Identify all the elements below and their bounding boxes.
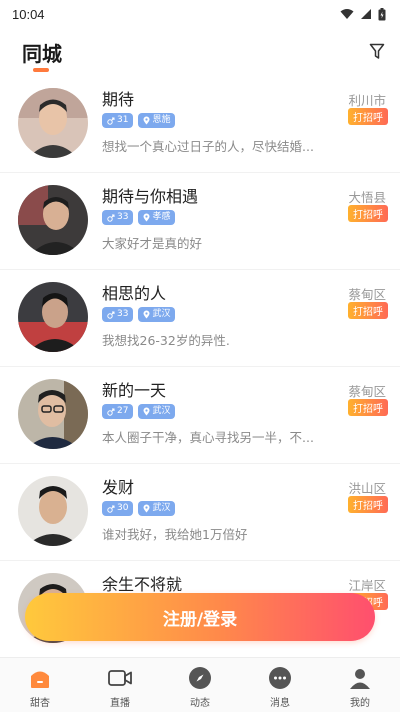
list-item[interactable]: 发财 30 武汉 谁对我好，我给她1万倍好 洪山区 打招呼	[0, 464, 400, 561]
location-pin-icon	[143, 310, 150, 319]
avatar[interactable]	[18, 88, 88, 158]
location-text: 孝感	[152, 212, 171, 222]
tab-label: 我的	[350, 698, 370, 709]
status-icons	[340, 7, 386, 21]
list-item[interactable]: 新的一天 27 武汉 本人圈子干净，真心寻找另一半，不... 蔡甸区 打招呼	[0, 367, 400, 464]
user-bio: 谁对我好，我给她1万倍好	[102, 527, 248, 542]
greet-button[interactable]: 打招呼	[348, 205, 388, 222]
user-tags: 27 武汉	[102, 404, 176, 419]
location-pin-icon	[143, 407, 150, 416]
user-bio: 想找一个真心过日子的人，尽快结婚...	[102, 139, 314, 154]
signal-icon	[361, 9, 371, 19]
register-login-button[interactable]: 注册/登录	[25, 593, 375, 641]
user-tags: 33 孝感	[102, 210, 176, 225]
male-icon	[107, 311, 115, 319]
user-city: 大悟县	[348, 190, 386, 205]
user-name: 新的一天	[102, 381, 167, 400]
user-bio: 本人圈子干净，真心寻找另一半，不...	[102, 430, 314, 445]
location-pin-icon	[143, 504, 150, 513]
video-camera-icon	[107, 665, 133, 691]
status-time: 10:04	[12, 6, 45, 22]
greet-button[interactable]: 打招呼	[348, 108, 388, 125]
avatar[interactable]	[18, 379, 88, 449]
user-name: 期待	[102, 90, 135, 109]
user-city: 洪山区	[348, 481, 386, 496]
male-icon	[107, 117, 115, 125]
user-bio: 我想找26-32岁的异性.	[102, 333, 230, 348]
greet-button[interactable]: 打招呼	[348, 302, 388, 319]
male-icon	[107, 408, 115, 416]
avatar[interactable]	[18, 476, 88, 546]
age-text: 27	[117, 406, 129, 416]
location-tag: 武汉	[138, 404, 176, 419]
location-text: 恩施	[152, 115, 171, 125]
male-icon	[107, 214, 115, 222]
tab-profile[interactable]: 我的	[320, 658, 400, 712]
greet-button[interactable]: 打招呼	[348, 496, 388, 513]
age-tag: 31	[102, 113, 134, 128]
tab-label: 甜杏	[30, 698, 50, 709]
age-text: 31	[117, 115, 129, 125]
user-name: 发财	[102, 478, 135, 497]
location-tag: 武汉	[138, 307, 176, 322]
user-city: 利川市	[348, 93, 386, 108]
status-bar: 10:04	[0, 0, 400, 28]
tab-label: 直播	[110, 698, 130, 709]
age-tag: 30	[102, 501, 134, 516]
filter-button[interactable]	[366, 40, 388, 62]
location-text: 武汉	[152, 309, 171, 319]
list-item[interactable]: 期待与你相遇 33 孝感 大家好才是真的好 大悟县 打招呼	[0, 173, 400, 270]
list-item[interactable]: 相思的人 33 武汉 我想找26-32岁的异性. 蔡甸区 打招呼	[0, 270, 400, 367]
age-text: 33	[117, 309, 129, 319]
user-tags: 31 恩施	[102, 113, 176, 128]
compass-icon	[187, 665, 213, 691]
user-name: 相思的人	[102, 284, 167, 303]
male-icon	[107, 505, 115, 513]
location-pin-icon	[143, 116, 150, 125]
chat-icon	[267, 665, 293, 691]
home-icon	[27, 665, 53, 691]
user-city: 蔡甸区	[348, 287, 386, 302]
list-item[interactable]: 期待 31 恩施 想找一个真心过日子的人，尽快结婚... 利川市 打招呼	[0, 76, 400, 173]
page-title: 同城	[22, 42, 62, 66]
title-underline	[33, 68, 49, 72]
user-list: 期待 31 恩施 想找一个真心过日子的人，尽快结婚... 利川市 打招呼 期待与…	[0, 76, 400, 656]
location-pin-icon	[143, 213, 150, 222]
user-tags: 30 武汉	[102, 501, 176, 516]
user-city: 蔡甸区	[348, 384, 386, 399]
age-tag: 27	[102, 404, 134, 419]
avatar[interactable]	[18, 282, 88, 352]
tab-messages[interactable]: 消息	[240, 658, 320, 712]
age-tag: 33	[102, 307, 134, 322]
age-text: 30	[117, 503, 129, 513]
avatar[interactable]	[18, 185, 88, 255]
greet-button[interactable]: 打招呼	[348, 399, 388, 416]
person-icon	[347, 665, 373, 691]
tab-label: 动态	[190, 698, 210, 709]
tab-feed[interactable]: 动态	[160, 658, 240, 712]
age-tag: 33	[102, 210, 134, 225]
user-name: 期待与你相遇	[102, 187, 199, 206]
user-city: 江岸区	[348, 578, 386, 593]
battery-icon	[378, 7, 386, 20]
tab-live[interactable]: 直播	[80, 658, 160, 712]
user-name: 余生不将就	[102, 575, 183, 594]
user-bio: 大家好才是真的好	[102, 236, 203, 251]
location-tag: 孝感	[138, 210, 176, 225]
header: 同城	[0, 30, 400, 76]
tab-label: 消息	[270, 698, 290, 709]
wifi-icon	[340, 9, 354, 19]
age-text: 33	[117, 212, 129, 222]
location-tag: 武汉	[138, 501, 176, 516]
location-text: 武汉	[152, 406, 171, 416]
filter-icon	[369, 43, 385, 59]
location-tag: 恩施	[138, 113, 176, 128]
location-text: 武汉	[152, 503, 171, 513]
bottom-tab-bar: 甜杏 直播 动态 消息 我的	[0, 657, 400, 712]
tab-home[interactable]: 甜杏	[0, 658, 80, 712]
user-tags: 33 武汉	[102, 307, 176, 322]
